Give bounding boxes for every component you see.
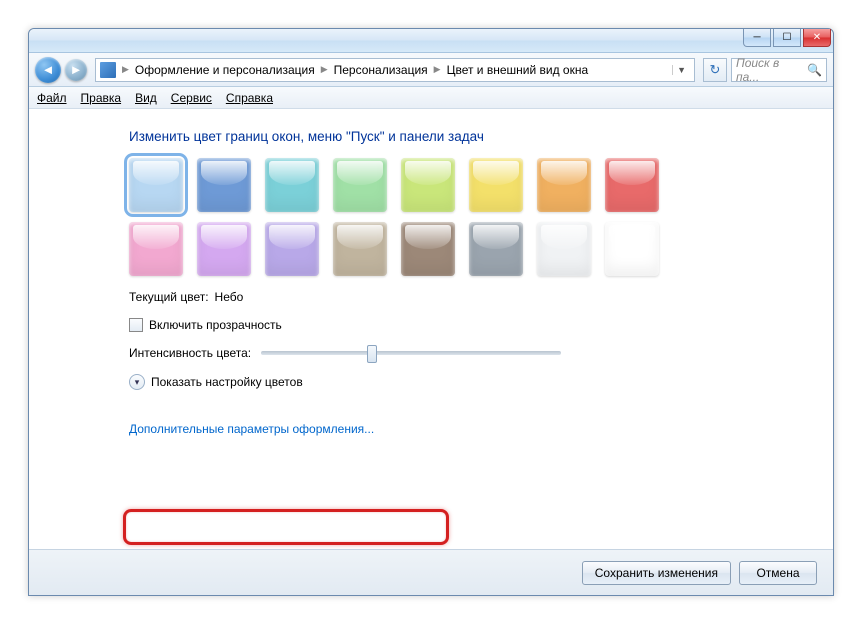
color-swatch-blank[interactable] [605, 222, 659, 276]
maximize-button[interactable]: ☐ [773, 29, 801, 47]
transparency-label: Включить прозрачность [149, 318, 282, 332]
color-swatch-lavender[interactable] [265, 222, 319, 276]
current-color-row: Текущий цвет: Небо [129, 290, 801, 304]
chevron-down-icon[interactable]: ▾ [129, 374, 145, 390]
search-placeholder: Поиск в па... [736, 56, 803, 84]
search-icon: 🔍 [807, 63, 822, 77]
color-swatch-lime[interactable] [401, 158, 455, 212]
nav-toolbar: ◄ ► ▶ Оформление и персонализация ▶ Перс… [29, 53, 833, 87]
menu-edit[interactable]: Правка [81, 91, 122, 105]
chevron-right-icon: ▶ [122, 64, 129, 75]
color-swatch-pumpkin[interactable] [537, 158, 591, 212]
current-color-label: Текущий цвет: [129, 290, 209, 304]
search-input[interactable]: Поиск в па... 🔍 [731, 58, 827, 82]
page-title: Изменить цвет границ окон, меню "Пуск" и… [129, 129, 801, 144]
menu-view[interactable]: Вид [135, 91, 157, 105]
menu-help[interactable]: Справка [226, 91, 273, 105]
annotation-highlight [123, 509, 449, 545]
show-mixer-row[interactable]: ▾ Показать настройку цветов [129, 374, 801, 390]
menubar: Файл Правка Вид Сервис Справка [29, 87, 833, 109]
content-area: Изменить цвет границ окон, меню "Пуск" и… [29, 109, 833, 549]
chevron-right-icon: ▶ [434, 64, 441, 75]
address-bar[interactable]: ▶ Оформление и персонализация ▶ Персонал… [95, 58, 695, 82]
minimize-button[interactable]: ─ [743, 29, 771, 47]
color-swatch-sea[interactable] [265, 158, 319, 212]
chevron-right-icon: ▶ [321, 64, 328, 75]
cancel-button[interactable]: Отмена [739, 561, 817, 585]
color-swatch-ruby[interactable] [605, 158, 659, 212]
forward-button[interactable]: ► [65, 59, 87, 81]
intensity-slider[interactable] [261, 351, 561, 355]
slider-thumb[interactable] [367, 345, 377, 363]
footer-bar: Сохранить изменения Отмена [29, 549, 833, 595]
back-button[interactable]: ◄ [35, 57, 61, 83]
color-swatch-violet[interactable] [197, 222, 251, 276]
color-swatch-twilight[interactable] [197, 158, 251, 212]
color-swatch-taupe[interactable] [333, 222, 387, 276]
breadcrumb[interactable]: Оформление и персонализация [135, 63, 315, 77]
close-button[interactable]: ✕ [803, 29, 831, 47]
show-mixer-label: Показать настройку цветов [151, 375, 303, 389]
color-swatch-grid [129, 158, 801, 276]
menu-tools[interactable]: Сервис [171, 91, 212, 105]
color-swatch-chocolate[interactable] [401, 222, 455, 276]
menu-file[interactable]: Файл [37, 91, 67, 105]
color-swatch-sun[interactable] [469, 158, 523, 212]
color-swatch-slate[interactable] [469, 222, 523, 276]
save-button[interactable]: Сохранить изменения [582, 561, 731, 585]
window-frame: ─ ☐ ✕ ◄ ► ▶ Оформление и персонализация … [28, 28, 834, 596]
breadcrumb[interactable]: Персонализация [334, 63, 428, 77]
titlebar[interactable]: ─ ☐ ✕ [29, 29, 833, 53]
location-icon [100, 62, 116, 78]
intensity-row: Интенсивность цвета: [129, 346, 801, 360]
breadcrumb[interactable]: Цвет и внешний вид окна [447, 63, 589, 77]
color-swatch-leaf[interactable] [333, 158, 387, 212]
address-dropdown[interactable]: ▼ [672, 65, 690, 75]
intensity-label: Интенсивность цвета: [129, 346, 251, 360]
transparency-row: Включить прозрачность [129, 318, 801, 332]
transparency-checkbox[interactable] [129, 318, 143, 332]
advanced-appearance-link[interactable]: Дополнительные параметры оформления... [129, 422, 374, 436]
color-swatch-sky[interactable] [129, 158, 183, 212]
color-swatch-fuchsia[interactable] [129, 222, 183, 276]
color-swatch-frost[interactable] [537, 222, 591, 276]
refresh-button[interactable]: ↻ [703, 58, 727, 82]
current-color-value: Небо [215, 290, 244, 304]
